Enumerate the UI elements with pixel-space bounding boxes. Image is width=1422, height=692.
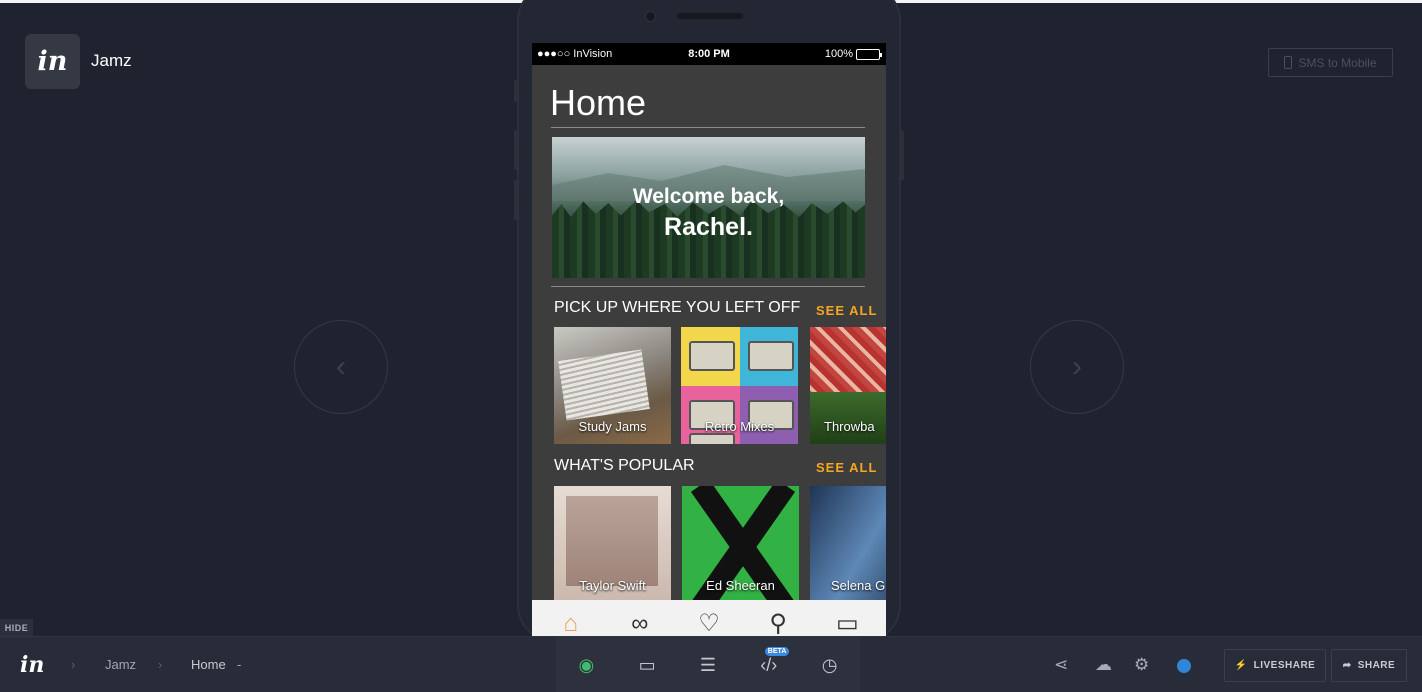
history-icon[interactable]: ◷ <box>816 651 844 679</box>
project-title: Jamz <box>91 51 132 70</box>
battery-percent: 100% <box>824 48 853 60</box>
section-title-recent: PICK UP WHERE YOU LEFT OFF <box>554 299 801 316</box>
see-all-recent-link[interactable]: SEE ALL <box>816 303 877 318</box>
grass-image <box>810 392 886 444</box>
tile-label: Selena G <box>831 578 886 593</box>
invision-logo[interactable]: in <box>20 652 44 678</box>
speaker-grille <box>677 13 743 19</box>
title-divider <box>551 127 865 128</box>
book-icon[interactable]: ▭ <box>827 606 867 636</box>
tile-label: Taylor Swift <box>579 578 646 593</box>
sms-button-label: SMS to Mobile <box>1298 55 1377 70</box>
welcome-user-name: Rachel. <box>664 213 753 241</box>
breadcrumb-project[interactable]: Jamz <box>105 657 136 672</box>
section-title-popular: WHAT'S POPULAR <box>554 457 695 474</box>
welcome-banner: Welcome back, Rachel. <box>552 137 865 278</box>
tile-label: Ed Sheeran <box>706 578 775 593</box>
cassette-image <box>739 327 798 386</box>
tile-label: Retro Mixes <box>681 419 798 444</box>
battery-indicator: 100% <box>824 48 882 60</box>
tile-label: Throwba <box>824 419 875 434</box>
playlist-tile-throwback[interactable]: Throwba <box>810 327 886 444</box>
screen-dropdown-icon[interactable]: - <box>237 657 241 672</box>
home-icon[interactable]: ⌂ <box>551 606 591 636</box>
previous-screen-button[interactable]: ‹ <box>294 320 388 414</box>
mode-toolbar: ◉ ▭ ☰ ‹/› BETA ◷ <box>556 637 860 692</box>
playlist-tile-retro-mixes[interactable]: Retro Mixes <box>681 327 798 444</box>
battery-icon <box>856 48 882 60</box>
ios-status-bar: ●●●○○ InVision 8:00 PM 100% <box>532 43 886 65</box>
share-button[interactable]: ➦ SHARE <box>1331 649 1407 682</box>
playlist-tile-study-jams[interactable]: Study Jams <box>554 327 671 444</box>
artist-tile-ed-sheeran[interactable]: Ed Sheeran <box>682 486 799 603</box>
binoculars-icon[interactable]: ∞ <box>620 606 660 636</box>
cassette-image <box>681 327 740 386</box>
welcome-greeting: Welcome back, <box>632 185 785 208</box>
code-icon: ‹/› <box>760 654 778 675</box>
newspaper-stack-image <box>558 349 650 421</box>
heart-icon[interactable]: ♡ <box>689 606 729 636</box>
breadcrumb-separator-icon: › <box>71 657 76 672</box>
banner-divider <box>551 286 865 287</box>
inspect-icon[interactable]: ‹/› BETA <box>755 647 790 679</box>
chevron-left-icon: ‹ <box>336 350 346 383</box>
comments-icon[interactable]: ☰ <box>694 651 722 679</box>
liveshare-button[interactable]: ⚡ LIVESHARE <box>1224 649 1326 682</box>
cloud-sync-icon[interactable]: ☁ <box>1095 655 1112 675</box>
phone-screen[interactable]: ●●●○○ InVision 8:00 PM 100% Home Welcome… <box>532 43 886 636</box>
artist-tile-selena-gomez[interactable]: Selena G <box>810 486 886 603</box>
bottom-toolbar: in › Jamz › Home - ◉ ▭ ☰ ‹/› BETA ◷ ⋖ ☁ … <box>0 636 1422 692</box>
mute-switch <box>514 80 518 102</box>
invision-logo[interactable]: in <box>25 34 80 89</box>
volume-down-button <box>514 180 518 220</box>
liveshare-label: LIVESHARE <box>1253 660 1316 671</box>
phone-icon <box>1284 56 1293 69</box>
camera-icon <box>645 11 656 22</box>
album-cover-image <box>566 496 658 586</box>
share-network-icon[interactable]: ⋖ <box>1054 655 1068 675</box>
share-arrow-icon: ➦ <box>1342 660 1352 671</box>
search-icon[interactable]: ⚲ <box>758 606 798 636</box>
cassette-image <box>739 385 798 444</box>
comment-mode-icon[interactable]: ▭ <box>633 651 661 679</box>
tile-label: Study Jams <box>578 419 647 434</box>
beta-badge: BETA <box>764 647 790 656</box>
page-title: Home <box>550 82 647 123</box>
breadcrumb-separator-icon: › <box>158 657 163 672</box>
user-status-indicator[interactable] <box>1177 659 1191 673</box>
chevron-right-icon: › <box>1072 350 1082 383</box>
share-label: SHARE <box>1357 660 1396 671</box>
power-button <box>900 130 904 180</box>
preview-icon[interactable]: ◉ <box>572 651 600 679</box>
lightning-icon: ⚡ <box>1234 660 1248 671</box>
app-tab-bar: ⌂ ∞ ♡ ⚲ ▭ <box>532 600 886 636</box>
sms-to-mobile-button[interactable]: SMS to Mobile <box>1268 48 1393 77</box>
see-all-popular-link[interactable]: SEE ALL <box>816 460 877 475</box>
hide-toolbar-button[interactable]: HIDE <box>0 619 33 636</box>
artist-tile-taylor-swift[interactable]: Taylor Swift <box>554 486 671 603</box>
next-screen-button[interactable]: › <box>1030 320 1124 414</box>
breadcrumb-screen[interactable]: Home <box>191 657 226 672</box>
gear-icon[interactable]: ⚙ <box>1134 655 1149 675</box>
volume-up-button <box>514 130 518 170</box>
